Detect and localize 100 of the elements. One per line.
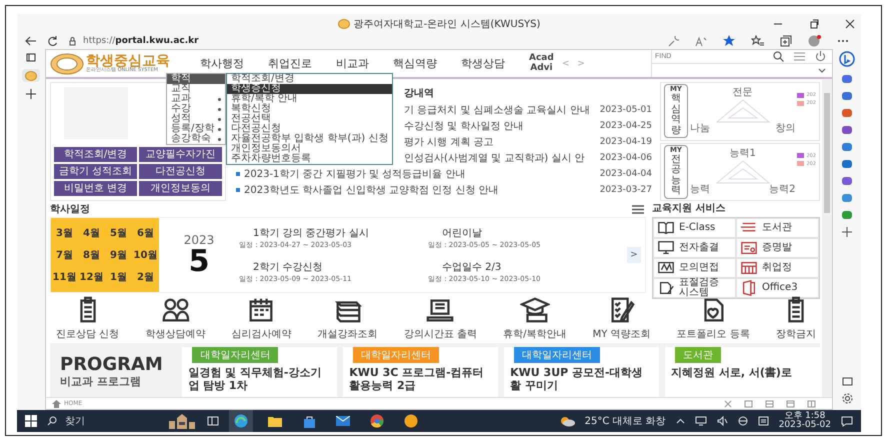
plus-icon[interactable] bbox=[26, 89, 36, 99]
scrollbar-track[interactable] bbox=[822, 79, 832, 397]
nav-item[interactable]: 핵심역량 bbox=[393, 56, 437, 71]
quick-link[interactable]: 강의시간표 출력 bbox=[404, 327, 477, 341]
nav-item[interactable]: 비교과 bbox=[336, 56, 369, 71]
quick-link[interactable]: 심리검사예약 bbox=[231, 327, 292, 341]
nav-item[interactable]: 학생상담 bbox=[461, 56, 505, 71]
active-tab[interactable] bbox=[22, 69, 40, 82]
notice-link[interactable]: 기 응급처치 및 심폐소생술 교육실시 안내 bbox=[404, 103, 596, 117]
month-tab[interactable]: 8월 bbox=[78, 244, 105, 266]
month-tab[interactable]: 10월 bbox=[132, 244, 159, 266]
quick-link[interactable]: 휴학/복학안내 bbox=[503, 327, 566, 341]
month-tab[interactable]: 6월 bbox=[132, 222, 159, 244]
restore-icon[interactable] bbox=[809, 19, 819, 29]
menu-item[interactable]: 교과 bbox=[167, 94, 225, 104]
browser-icon[interactable] bbox=[234, 414, 248, 428]
notice-link[interactable]: 2023-1학기 중간 지필평가 및 성적등급비율 안내 bbox=[244, 167, 596, 181]
home-icon[interactable] bbox=[52, 400, 61, 408]
submenu-item[interactable]: 휴학/복학 안내 bbox=[227, 94, 392, 104]
more-icon[interactable] bbox=[837, 39, 849, 43]
month-tab[interactable]: 9월 bbox=[105, 244, 132, 266]
menu-item[interactable]: 교직 bbox=[167, 84, 225, 94]
close-icon[interactable] bbox=[845, 19, 855, 29]
program-card[interactable]: 대학일자리센터 일경험 및 직무체험-강소기업 탐방 1차 bbox=[182, 347, 338, 397]
task-view-icon[interactable] bbox=[207, 416, 219, 426]
nav-item[interactable]: Acad Advi bbox=[529, 54, 554, 74]
app-icon[interactable] bbox=[404, 414, 418, 428]
month-tab[interactable]: 11월 bbox=[51, 266, 78, 288]
favorites-icon[interactable] bbox=[751, 35, 764, 47]
month-tab[interactable]: 1월 bbox=[105, 266, 132, 288]
grid-view-icon[interactable] bbox=[807, 400, 816, 408]
globe-icon[interactable] bbox=[738, 416, 748, 426]
next-button[interactable]: > bbox=[627, 247, 641, 263]
program-name[interactable]: 일경험 및 직무체험-강소기업 탐방 1차 bbox=[188, 366, 332, 392]
submenu-item[interactable]: 개인정보동의서 bbox=[227, 144, 392, 154]
sidebar-logo-icon[interactable] bbox=[839, 51, 855, 67]
month-tab[interactable]: 3월 bbox=[51, 222, 78, 244]
notice-link[interactable]: 평가 시행 계획 공고 bbox=[404, 135, 596, 149]
month-tab[interactable]: 4월 bbox=[78, 222, 105, 244]
windows-logo-icon[interactable] bbox=[25, 415, 37, 427]
power-icon[interactable] bbox=[815, 51, 826, 62]
tab-icon[interactable] bbox=[26, 53, 36, 62]
program-card[interactable]: 도서관 지혜정원 서로, 서(書)로 bbox=[665, 347, 820, 397]
program-name[interactable]: 지혜정원 서로, 서(書)로 bbox=[671, 366, 814, 380]
weather-text[interactable]: 25°C 대체로 화창 bbox=[584, 414, 666, 428]
menu-item[interactable]: 수강 bbox=[167, 104, 225, 114]
quick-link[interactable]: 개설강좌조회 bbox=[318, 327, 378, 341]
scrollbar-thumb[interactable] bbox=[824, 93, 830, 213]
program-card[interactable]: 대학일자리센터 KWU 3C 프로그램-컴퓨터활용능력 2급 bbox=[343, 347, 498, 397]
split-view-icon[interactable] bbox=[765, 400, 774, 408]
submenu-item[interactable]: 다전공신청 bbox=[227, 124, 392, 134]
month-tab[interactable]: 5월 bbox=[105, 222, 132, 244]
profile-icon[interactable] bbox=[808, 35, 821, 47]
shortcut-button[interactable]: 교양필수자가진 bbox=[139, 147, 222, 162]
graduation-cap-icon[interactable] bbox=[520, 295, 550, 325]
notice-link[interactable]: 수강신청 및 학사일정 안내 bbox=[404, 119, 596, 133]
quick-link[interactable]: 포트폴리오 등록 bbox=[676, 327, 750, 341]
menu-item[interactable]: 송강학숙 bbox=[167, 134, 225, 144]
address-field[interactable]: https://portal.kwu.ac.kr bbox=[68, 36, 658, 46]
store-icon[interactable] bbox=[302, 414, 316, 428]
clock-date[interactable]: 2023-05-02 bbox=[778, 421, 831, 430]
nav-item[interactable]: 취업진로 bbox=[268, 56, 312, 71]
clock-time[interactable]: 오후 1:58 bbox=[784, 412, 826, 421]
submenu-item[interactable]: 학생증신청 bbox=[227, 84, 392, 94]
notice-link[interactable]: 인성검사(사범계열 및 교직학과) 실시 안 bbox=[404, 151, 596, 165]
submenu-item[interactable]: 주차차량번호등록 bbox=[227, 154, 392, 164]
monitor-icon[interactable] bbox=[694, 416, 707, 426]
submenu-item[interactable]: 학적조회/변경 bbox=[227, 74, 392, 84]
colorful-circle-icon[interactable] bbox=[370, 414, 384, 428]
shortcut-button[interactable]: 다전공신청 bbox=[139, 164, 222, 179]
settings-icon[interactable] bbox=[842, 393, 852, 404]
panel-icon[interactable] bbox=[842, 377, 852, 386]
month-tab[interactable]: 2월 bbox=[132, 266, 159, 288]
quick-link[interactable]: 학생상담예약 bbox=[145, 327, 206, 341]
read-aloud-icon[interactable] bbox=[695, 36, 707, 46]
month-tab[interactable]: 12월 bbox=[78, 266, 105, 288]
plus-icon[interactable] bbox=[842, 227, 852, 237]
quick-link[interactable]: 진로상담 신청 bbox=[56, 327, 120, 341]
submenu-item[interactable]: 자율전공학부 입학생 학부(과) 신청 bbox=[227, 134, 392, 144]
nav-item[interactable]: 학사행정 bbox=[200, 56, 244, 71]
quick-link[interactable]: MY 역량조회 bbox=[592, 327, 651, 341]
refresh-icon[interactable] bbox=[47, 36, 58, 46]
window-icon[interactable] bbox=[744, 400, 753, 408]
back-icon[interactable] bbox=[25, 36, 37, 46]
program-name[interactable]: KWU 3C 프로그램-컴퓨터활용능력 2급 bbox=[349, 366, 492, 392]
notice-link[interactable]: 2023학년도 학사졸업 신입학생 교양학점 인정 신청 안내 bbox=[244, 183, 596, 197]
program-name[interactable]: KWU 3UP 공모전-대학생활 꾸미기 bbox=[510, 366, 654, 392]
list-icon[interactable] bbox=[794, 52, 805, 61]
keyboard-icon[interactable] bbox=[758, 416, 769, 426]
collections-icon[interactable] bbox=[780, 35, 792, 47]
taskbar-search-field[interactable]: 찾기 bbox=[47, 414, 157, 428]
star-icon[interactable] bbox=[723, 35, 735, 47]
chevron-up-icon[interactable] bbox=[676, 418, 685, 424]
shortcut-button[interactable]: 학적조회/변경 bbox=[54, 147, 137, 162]
window-icon[interactable] bbox=[786, 400, 795, 408]
menu-icon[interactable] bbox=[632, 204, 644, 214]
shortcut-button[interactable]: 비밀번호 변경 bbox=[54, 181, 137, 196]
submenu-item[interactable]: 전공선택 bbox=[227, 114, 392, 124]
speaker-icon[interactable] bbox=[716, 416, 728, 426]
menu-item[interactable]: 등록/장학 bbox=[167, 124, 225, 134]
